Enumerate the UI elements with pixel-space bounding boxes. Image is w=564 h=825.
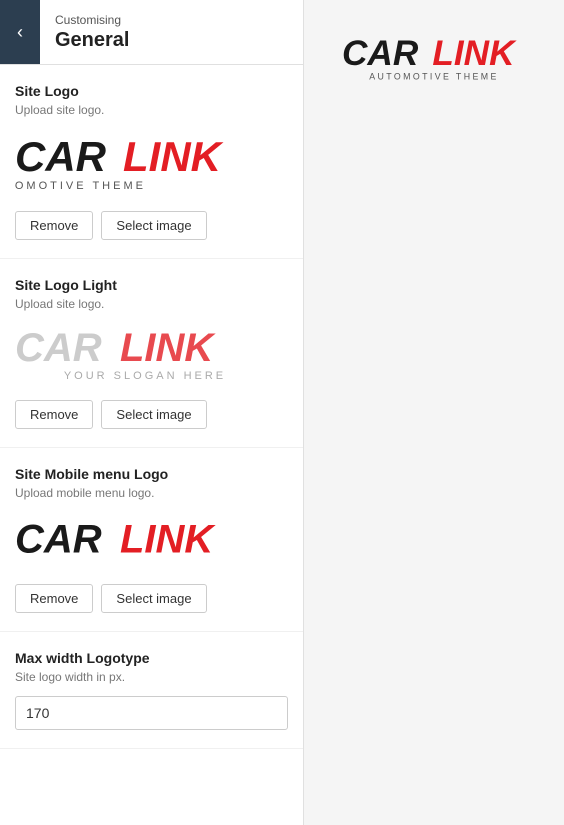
site-mobile-logo-display: CAR LINK (15, 512, 288, 572)
customising-label: Customising (55, 13, 129, 27)
general-label: General (55, 29, 129, 52)
site-mobile-logo-select-button[interactable]: Select image (101, 584, 206, 613)
site-mobile-logo-section: Site Mobile menu Logo Upload mobile menu… (0, 448, 303, 632)
svg-text:CAR: CAR (15, 326, 102, 370)
carlink-main-logo: CAR LINK AUTOMOTIVE THEME (15, 129, 275, 199)
site-mobile-logo-remove-button[interactable]: Remove (15, 584, 93, 613)
carlink-mobile-logo: CAR LINK (15, 512, 255, 572)
site-logo-light-btn-group: Remove Select image (15, 400, 288, 429)
carlink-light-logo: CAR LINK YOUR SLOGAN HERE (15, 323, 275, 388)
site-logo-light-desc: Upload site logo. (15, 297, 288, 311)
back-icon: ‹ (17, 22, 23, 43)
site-logo-btn-group: Remove Select image (15, 211, 288, 240)
svg-text:YOUR SLOGAN HERE: YOUR SLOGAN HERE (64, 370, 226, 382)
site-logo-light-display: CAR LINK YOUR SLOGAN HERE (15, 323, 288, 388)
site-logo-desc: Upload site logo. (15, 103, 288, 117)
right-preview-panel: CAR LINK AUTOMOTIVE THEME (304, 0, 564, 825)
svg-text:AUTOMOTIVE THEME: AUTOMOTIVE THEME (369, 72, 498, 82)
site-mobile-logo-desc: Upload mobile menu logo. (15, 486, 288, 500)
svg-text:CAR: CAR (15, 133, 107, 180)
site-logo-title: Site Logo (15, 83, 288, 99)
site-logo-light-remove-button[interactable]: Remove (15, 400, 93, 429)
svg-text:LINK: LINK (123, 133, 224, 180)
site-logo-light-section: Site Logo Light Upload site logo. CAR LI… (0, 259, 303, 448)
site-logo-remove-button[interactable]: Remove (15, 211, 93, 240)
site-logo-light-title: Site Logo Light (15, 277, 288, 293)
left-panel: ‹ Customising General Site Logo Upload s… (0, 0, 304, 825)
panel-header: ‹ Customising General (0, 0, 303, 65)
back-button[interactable]: ‹ (0, 0, 40, 64)
svg-text:LINK: LINK (120, 326, 216, 370)
site-mobile-logo-title: Site Mobile menu Logo (15, 466, 288, 482)
svg-text:AUTOMOTIVE THEME: AUTOMOTIVE THEME (15, 180, 146, 192)
svg-text:CAR: CAR (342, 34, 419, 73)
carlink-preview-logo: CAR LINK AUTOMOTIVE THEME (324, 30, 544, 90)
site-logo-select-button[interactable]: Select image (101, 211, 206, 240)
site-logo-light-select-button[interactable]: Select image (101, 400, 206, 429)
max-width-desc: Site logo width in px. (15, 670, 288, 684)
site-mobile-logo-btn-group: Remove Select image (15, 584, 288, 613)
header-text: Customising General (40, 0, 144, 64)
max-width-input[interactable] (15, 696, 288, 730)
max-width-section: Max width Logotype Site logo width in px… (0, 632, 303, 749)
svg-text:CAR: CAR (15, 518, 102, 562)
site-logo-display: CAR LINK AUTOMOTIVE THEME (15, 129, 288, 199)
svg-text:LINK: LINK (432, 34, 517, 73)
svg-text:LINK: LINK (120, 518, 216, 562)
max-width-title: Max width Logotype (15, 650, 288, 666)
site-logo-section: Site Logo Upload site logo. CAR LINK AUT… (0, 65, 303, 259)
